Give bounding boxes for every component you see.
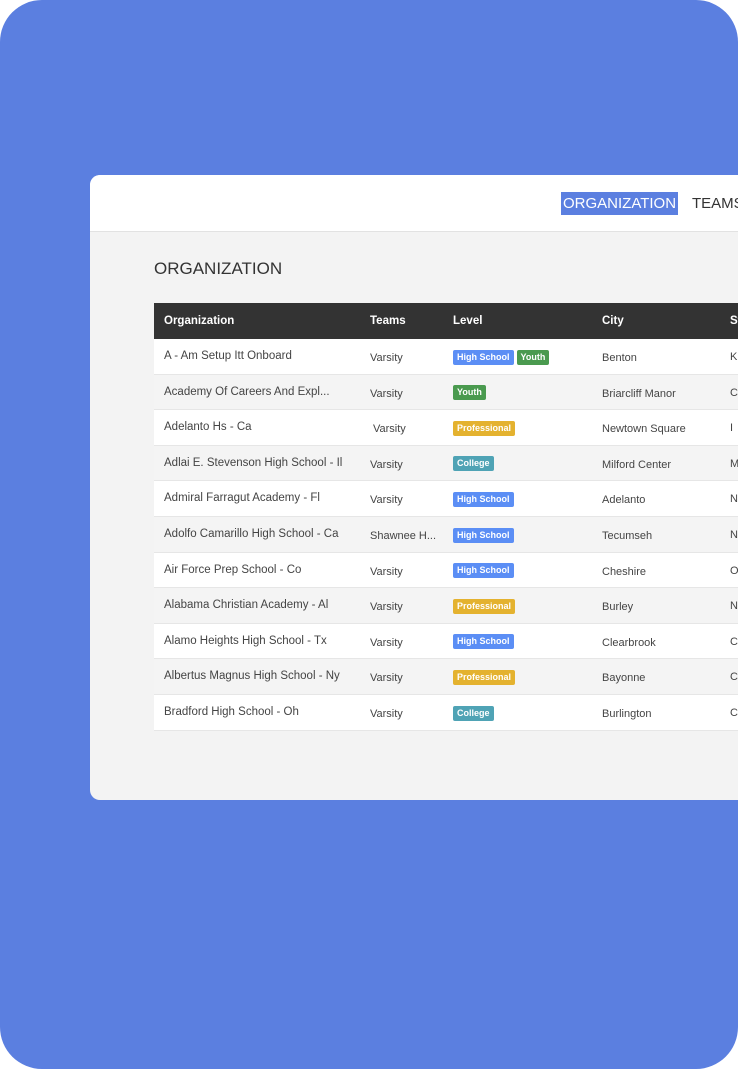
- state-cell: C: [730, 671, 738, 684]
- level-badge: College: [453, 456, 494, 472]
- header-teams[interactable]: Teams: [370, 303, 406, 339]
- state-cell: C: [730, 635, 738, 648]
- table-row[interactable]: Alamo Heights High School - Tx Varsity Hig…: [154, 623, 738, 660]
- table-row[interactable]: Admiral Farragut Academy - Fl Varsity High…: [154, 481, 738, 517]
- level-badge: Professional: [453, 420, 516, 436]
- level-badge: High School: [453, 527, 514, 543]
- level-cell: College: [453, 446, 497, 482]
- org-name: Adolfo Camarillo High School - Ca: [164, 527, 339, 540]
- level-badge: Youth: [453, 385, 486, 401]
- teams-cell: Shawnee H...: [370, 529, 437, 542]
- city-cell: Newtown Square: [602, 423, 686, 436]
- org-name: Air Force Prep School - Co: [164, 563, 302, 576]
- level-badge: High School: [453, 563, 514, 579]
- level-cell: High School: [453, 481, 517, 517]
- table-row[interactable]: Academy Of Careers And Expl... Varsity You…: [154, 374, 738, 411]
- app-window: ORGANIZATION TEAMS ORGANIZATION Organiza…: [90, 175, 738, 800]
- teams-cell: Varsity: [370, 565, 403, 578]
- table-row[interactable]: Adlai E. Stevenson High School - Il Varsi…: [154, 445, 738, 482]
- level-cell: High School: [453, 624, 517, 660]
- teams-cell: Varsity: [373, 423, 406, 436]
- level-cell: High School: [453, 553, 517, 589]
- city-cell: Adelanto: [602, 494, 646, 507]
- org-name: Academy Of Careers And Expl...: [164, 385, 330, 398]
- city-cell: Tecumseh: [602, 529, 653, 542]
- city-cell: Burlington: [602, 707, 652, 720]
- header-organization[interactable]: Organization: [164, 303, 234, 339]
- teams-cell: Varsity: [370, 672, 403, 685]
- table-row[interactable]: A - Am Setup Itt Onboard Varsity High Scho…: [154, 339, 738, 375]
- table-row[interactable]: Adolfo Camarillo High School - Ca Shawnee…: [154, 516, 738, 553]
- table-row[interactable]: Albertus Magnus High School - Ny Varsity P…: [154, 659, 738, 695]
- table-row[interactable]: Bradford High School - Oh Varsity College B…: [154, 694, 738, 731]
- nav-organization[interactable]: ORGANIZATION: [561, 192, 679, 215]
- table-row[interactable]: Alabama Christian Academy - Al Varsity Pro…: [154, 588, 738, 624]
- city-cell: Benton: [602, 352, 637, 364]
- org-name: Adelanto Hs - Ca: [164, 421, 252, 434]
- level-cell: Youth: [453, 375, 489, 411]
- teams-cell: Varsity: [370, 352, 403, 364]
- city-cell: Clearbrook: [602, 636, 656, 649]
- level-badge: Youth: [516, 349, 550, 365]
- state-cell: M: [730, 457, 738, 470]
- header-level[interactable]: Level: [453, 303, 482, 339]
- org-name: Albertus Magnus High School - Ny: [164, 670, 340, 683]
- teams-cell: Varsity: [370, 494, 403, 507]
- level-cell: College: [453, 695, 497, 731]
- table-row[interactable]: Adelanto Hs - Ca Varsity Professional Newto…: [154, 410, 738, 446]
- state-cell: K: [730, 351, 738, 363]
- table-body: A - Am Setup Itt Onboard Varsity High Scho…: [154, 339, 738, 731]
- background-frame: ORGANIZATION TEAMS ORGANIZATION Organiza…: [0, 0, 738, 1069]
- header-state[interactable]: Sta: [730, 303, 738, 339]
- teams-cell: Varsity: [370, 387, 403, 400]
- org-name: Adlai E. Stevenson High School - Il: [164, 456, 343, 469]
- city-cell: Bayonne: [602, 672, 646, 685]
- org-name: Alabama Christian Academy - Al: [164, 599, 329, 612]
- city-cell: Milford Center: [602, 458, 672, 471]
- state-cell: N: [730, 600, 738, 613]
- state-cell: O: [730, 564, 738, 577]
- org-name: Alamo Heights High School - Tx: [164, 634, 327, 647]
- teams-cell: Varsity: [370, 458, 403, 471]
- city-cell: Burley: [602, 601, 634, 614]
- org-name: A - Am Setup Itt Onboard: [164, 350, 292, 362]
- level-badge: High School: [453, 349, 514, 365]
- level-cell: Professional: [453, 588, 518, 624]
- organization-table: Organization Teams Level City Sta A - Am…: [154, 303, 738, 731]
- nav-teams[interactable]: TEAMS: [692, 192, 738, 215]
- teams-cell: Varsity: [370, 601, 403, 614]
- level-badge: High School: [453, 634, 514, 650]
- level-cell: Professional: [453, 410, 518, 446]
- state-cell: N: [730, 493, 738, 506]
- header-city[interactable]: City: [602, 303, 624, 339]
- level-badge: College: [453, 705, 494, 721]
- level-badge: Professional: [453, 669, 516, 685]
- top-nav: ORGANIZATION TEAMS: [90, 175, 738, 232]
- level-badge: High School: [453, 491, 514, 507]
- table-header: Organization Teams Level City Sta: [154, 303, 738, 339]
- org-name: Bradford High School - Oh: [164, 705, 299, 718]
- level-cell: High School: [453, 517, 517, 553]
- level-badge: Professional: [453, 598, 516, 614]
- level-cell: Professional: [453, 659, 518, 695]
- state-cell: C: [730, 706, 738, 719]
- city-cell: Cheshire: [602, 565, 647, 578]
- teams-cell: Varsity: [370, 636, 403, 649]
- level-cell: High School Youth: [453, 339, 552, 375]
- table-row[interactable]: Air Force Prep School - Co Varsity High Sc…: [154, 552, 738, 589]
- state-cell: I: [730, 422, 734, 435]
- org-name: Admiral Farragut Academy - Fl: [164, 492, 320, 505]
- city-cell: Briarcliff Manor: [602, 387, 676, 400]
- state-cell: N: [730, 528, 738, 541]
- teams-cell: Varsity: [370, 707, 403, 720]
- state-cell: C: [730, 386, 738, 399]
- page-title: ORGANIZATION: [154, 259, 283, 278]
